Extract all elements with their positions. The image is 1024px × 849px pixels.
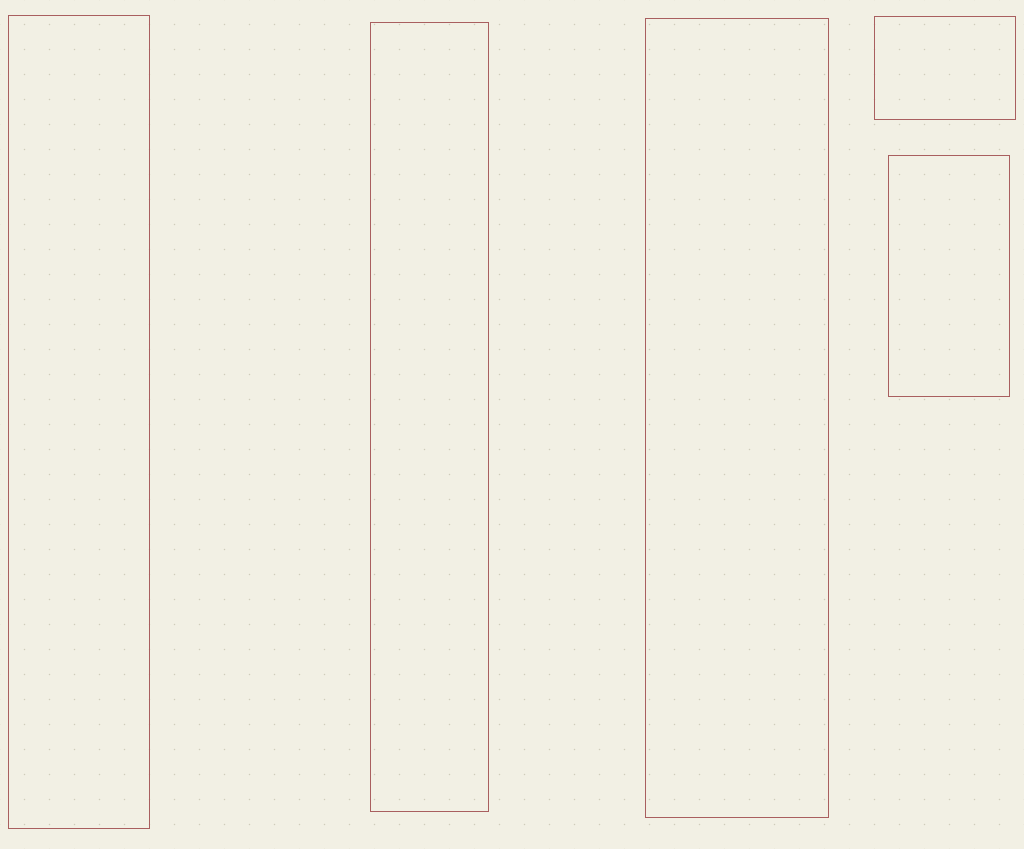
sheet-pir-box[interactable] <box>888 155 1010 397</box>
schematic-canvas <box>0 0 1024 849</box>
sheet-dc-dc-converter-box[interactable] <box>874 16 1016 120</box>
wire-layer <box>0 0 1024 849</box>
sheet-uc-box[interactable] <box>8 15 150 829</box>
sheet-measurements-box[interactable] <box>645 18 829 818</box>
sheet-out-drivers-box[interactable] <box>370 22 489 812</box>
